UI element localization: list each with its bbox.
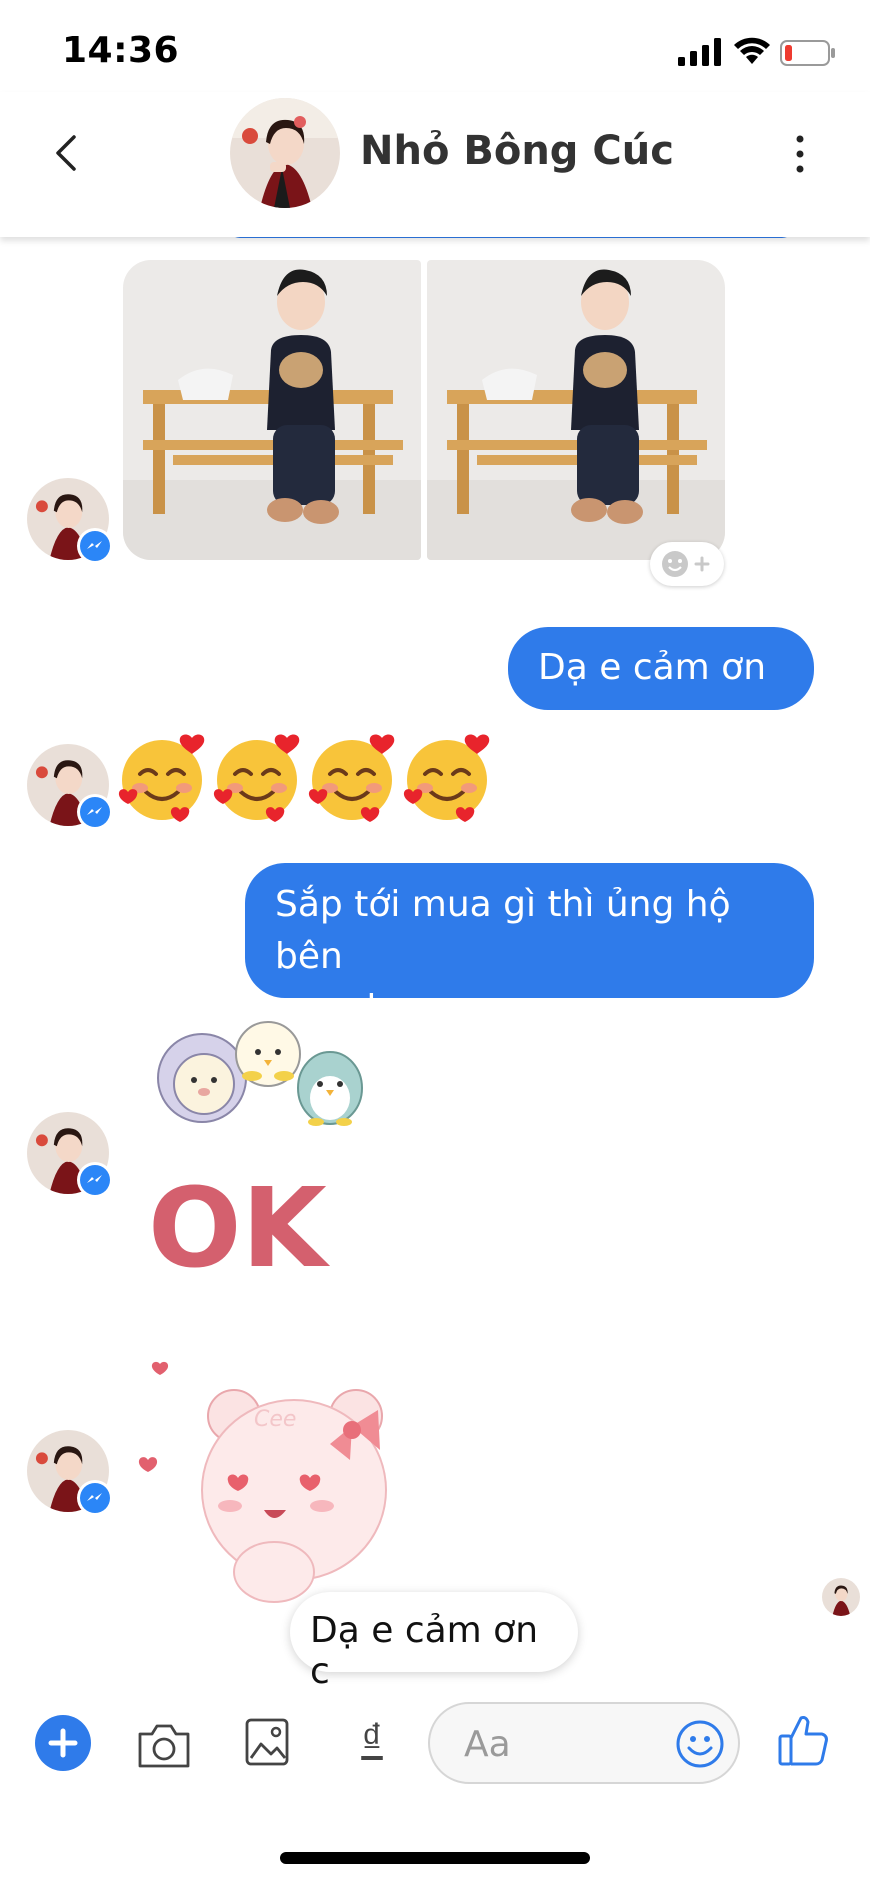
messenger-badge-icon xyxy=(77,1480,113,1516)
outgoing-message[interactable]: Sắp tới mua gì thì ủng hộ bên em nha c xyxy=(245,863,814,1029)
messenger-badge-icon xyxy=(77,528,113,564)
contact-name[interactable]: Nhỏ Bông Cúc xyxy=(360,128,674,174)
suggested-reply-chip[interactable]: Dạ e cảm ơn c xyxy=(290,1592,578,1692)
contact-avatar-small[interactable] xyxy=(27,744,113,830)
thumbs-up-icon[interactable] xyxy=(778,1712,830,1768)
contact-avatar-small[interactable] xyxy=(27,1430,113,1516)
status-bar: 14:36 xyxy=(0,0,870,105)
ok-sticker-art: OK xyxy=(148,1021,363,1292)
messenger-badge-icon xyxy=(77,1162,113,1198)
message-input-field[interactable] xyxy=(464,1722,654,1766)
messenger-badge-icon xyxy=(77,794,113,830)
smiling-face-with-hearts-icon xyxy=(308,734,395,822)
ok-sticker[interactable]: OK xyxy=(140,1018,380,1292)
wifi-icon xyxy=(734,37,770,64)
add-reaction-icon[interactable] xyxy=(650,542,724,586)
smiling-face-with-hearts-icon xyxy=(213,734,300,822)
smiling-face-with-hearts-icon xyxy=(403,734,490,822)
camera-icon[interactable] xyxy=(136,1720,192,1770)
more-icon[interactable] xyxy=(782,132,818,176)
conversation-header: Nhỏ Bông Cúc xyxy=(0,92,870,237)
sticker-ok-text: OK xyxy=(148,1164,331,1278)
message-input[interactable] xyxy=(428,1702,740,1784)
battery-low-icon xyxy=(780,40,835,66)
plus-icon[interactable] xyxy=(35,1715,91,1771)
emoji-message[interactable] xyxy=(118,730,498,826)
status-time: 14:36 xyxy=(62,30,180,71)
payment-icon[interactable]: ₫ xyxy=(355,1715,389,1771)
bear-sticker-art: Cee xyxy=(138,1361,387,1603)
bear-hearts-sticker[interactable]: Cee xyxy=(134,1360,414,1605)
gallery-icon[interactable] xyxy=(245,1718,289,1766)
contact-avatar-small[interactable] xyxy=(27,1112,113,1198)
suggested-reply-text: Dạ e cảm ơn c xyxy=(310,1610,539,1692)
message-composer: ₫ xyxy=(0,1690,870,1800)
seen-indicator-avatar xyxy=(822,1578,860,1616)
shared-photo[interactable] xyxy=(123,260,421,560)
outgoing-message[interactable]: Dạ e cảm ơn c xyxy=(508,627,814,740)
sticker-cee-text: Cee xyxy=(254,1407,296,1432)
message-text: Dạ e cảm ơn c xyxy=(538,647,767,740)
contact-avatar-small[interactable] xyxy=(27,478,113,564)
smiling-face-with-hearts-icon xyxy=(118,734,205,822)
shared-photo[interactable] xyxy=(427,260,725,560)
back-icon[interactable] xyxy=(42,127,94,179)
emoji-icon[interactable] xyxy=(674,1718,726,1770)
message-text-line: Sắp tới mua gì thì ủng hộ bên xyxy=(275,884,731,977)
contact-avatar[interactable] xyxy=(230,98,340,208)
cellular-signal-icon xyxy=(678,38,721,66)
home-indicator[interactable] xyxy=(280,1852,590,1864)
